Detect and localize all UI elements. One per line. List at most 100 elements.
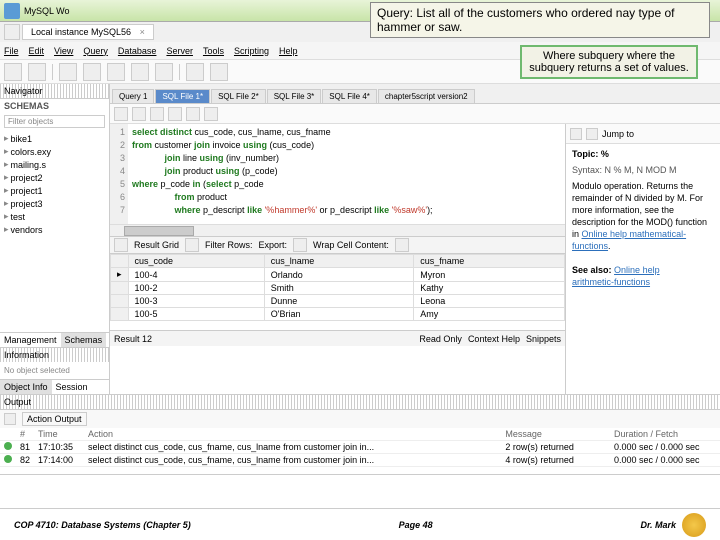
sql-editor[interactable]: 1234567 select distinct cus_code, cus_ln… <box>110 124 565 224</box>
result-footer: Result 12 Read Only Context Help Snippet… <box>110 330 565 346</box>
tb-icon[interactable] <box>131 63 149 81</box>
schema-tree: ▸bike1 ▸colors.exy ▸mailing.s ▸project2 … <box>0 130 109 332</box>
filter-label: Filter Rows: <box>205 240 253 250</box>
code-wrap: 1234567 select distinct cus_code, cus_ln… <box>110 124 565 394</box>
horizontal-scrollbar[interactable] <box>110 224 565 236</box>
help-link[interactable]: arithmetic-functions <box>572 277 650 287</box>
tree-item[interactable]: ▸vendors <box>2 223 107 236</box>
new-sql-icon[interactable] <box>4 63 22 81</box>
open-sql-icon[interactable] <box>28 63 46 81</box>
home-icon[interactable] <box>4 24 20 40</box>
menu-file[interactable]: File <box>4 46 19 56</box>
help-toolbar: Jump to <box>566 124 720 144</box>
explain-icon[interactable] <box>186 107 200 121</box>
chevron-right-icon: ▸ <box>4 211 9 222</box>
table-row[interactable]: 100-5O'BrianAmy <box>111 308 565 321</box>
tb-icon[interactable] <box>155 63 173 81</box>
connection-tab[interactable]: Local instance MySQL56 × <box>22 24 154 40</box>
table-row[interactable]: 100-2SmithKathy <box>111 282 565 295</box>
tb-icon[interactable] <box>186 63 204 81</box>
export-icon[interactable] <box>293 238 307 252</box>
sql-wrap: 1234567 select distinct cus_code, cus_ln… <box>110 124 720 394</box>
help-desc: Modulo operation. Returns the remainder … <box>572 180 714 252</box>
help-body: Topic: % Syntax: N % M, N MOD M Modulo o… <box>566 144 720 292</box>
help-link[interactable]: Online help mathematical-functions <box>572 229 686 251</box>
result-grid[interactable]: cus_codecus_lnamecus_fname ▸100-4Orlando… <box>110 254 565 330</box>
menu-view[interactable]: View <box>54 46 73 56</box>
result-toolbar: Result Grid Filter Rows: Export: Wrap Ce… <box>110 236 565 254</box>
scrollbar-thumb[interactable] <box>124 226 194 236</box>
output-row[interactable]: 8117:10:35select distinct cus_code, cus_… <box>0 441 720 454</box>
menu-edit[interactable]: Edit <box>29 46 45 56</box>
result-grid-icon[interactable] <box>114 238 128 252</box>
help-syntax: Syntax: N % M, N MOD M <box>572 164 714 176</box>
slide-footer: COP 4710: Database Systems (Chapter 5) P… <box>0 508 720 540</box>
tab-session[interactable]: Session <box>52 380 92 394</box>
tb-icon[interactable] <box>83 63 101 81</box>
menu-help[interactable]: Help <box>279 46 298 56</box>
wrap-icon[interactable] <box>395 238 409 252</box>
filter-icon[interactable] <box>185 238 199 252</box>
chevron-right-icon: ▸ <box>4 185 9 196</box>
sql-tab-active[interactable]: SQL File 1* <box>155 89 210 103</box>
window-title: MySQL Wo <box>24 6 70 16</box>
tab-schemas[interactable]: Schemas <box>61 333 107 347</box>
table-header-row: cus_codecus_lnamecus_fname <box>111 255 565 268</box>
help-link[interactable]: Online help <box>614 265 660 275</box>
context-help-label[interactable]: Context Help <box>468 334 520 344</box>
menu-database[interactable]: Database <box>118 46 157 56</box>
tree-item[interactable]: ▸project1 <box>2 184 107 197</box>
open-icon[interactable] <box>114 107 128 121</box>
nav-bottom-tabs: Management Schemas <box>0 332 109 347</box>
filter-input[interactable]: Filter objects <box>4 115 105 128</box>
status-bar <box>0 474 720 492</box>
sql-toolbar <box>110 104 720 124</box>
callout-where: Where subquery where the subquery return… <box>520 45 698 79</box>
ok-icon <box>4 442 12 450</box>
forward-icon[interactable] <box>586 128 598 140</box>
execute-step-icon[interactable] <box>168 107 182 121</box>
back-icon[interactable] <box>570 128 582 140</box>
close-icon[interactable]: × <box>140 27 145 37</box>
output-grid[interactable]: #TimeActionMessageDuration / Fetch 8117:… <box>0 428 720 474</box>
menu-server[interactable]: Server <box>166 46 193 56</box>
sql-tab[interactable]: chapter5script version2 <box>378 89 475 103</box>
tree-item[interactable]: ▸colors.exy <box>2 145 107 158</box>
tree-item[interactable]: ▸project3 <box>2 197 107 210</box>
output-row[interactable]: 8217:14:00select distinct cus_code, cus_… <box>0 454 720 467</box>
stop-icon[interactable] <box>204 107 218 121</box>
table-row[interactable]: 100-3DunneLeona <box>111 295 565 308</box>
sql-tab[interactable]: SQL File 3* <box>267 89 322 103</box>
output-panel: Output Action Output #TimeActionMessageD… <box>0 394 720 474</box>
menu-tools[interactable]: Tools <box>203 46 224 56</box>
tb-icon[interactable] <box>210 63 228 81</box>
separator <box>52 64 53 80</box>
execute-icon[interactable] <box>150 107 164 121</box>
tb-icon[interactable] <box>107 63 125 81</box>
slide-right: Dr. Mark <box>640 520 676 530</box>
save-icon[interactable] <box>132 107 146 121</box>
info-header: Information <box>0 347 109 362</box>
tree-item[interactable]: ▸test <box>2 210 107 223</box>
sql-tab[interactable]: SQL File 2* <box>211 89 266 103</box>
tb-icon[interactable] <box>59 63 77 81</box>
snippets-label[interactable]: Snippets <box>526 334 561 344</box>
ucf-logo-icon <box>682 513 706 537</box>
sql-tab[interactable]: Query 1 <box>112 89 154 103</box>
result-set-label[interactable]: Result 12 <box>114 334 152 344</box>
menu-query[interactable]: Query <box>83 46 108 56</box>
chevron-right-icon: ▸ <box>4 224 9 235</box>
output-icon[interactable] <box>4 413 16 425</box>
tab-object-info[interactable]: Object Info <box>0 380 52 394</box>
menu-scripting[interactable]: Scripting <box>234 46 269 56</box>
tree-item[interactable]: ▸project2 <box>2 171 107 184</box>
tree-item[interactable]: ▸mailing.s <box>2 158 107 171</box>
export-label: Export: <box>259 240 288 250</box>
result-grid-label: Result Grid <box>134 240 179 250</box>
table-row[interactable]: ▸100-4OrlandoMyron <box>111 268 565 282</box>
ok-icon <box>4 455 12 463</box>
sql-tab[interactable]: SQL File 4* <box>322 89 377 103</box>
output-selector[interactable]: Action Output <box>22 412 87 426</box>
tab-management[interactable]: Management <box>0 333 61 347</box>
tree-item[interactable]: ▸bike1 <box>2 132 107 145</box>
